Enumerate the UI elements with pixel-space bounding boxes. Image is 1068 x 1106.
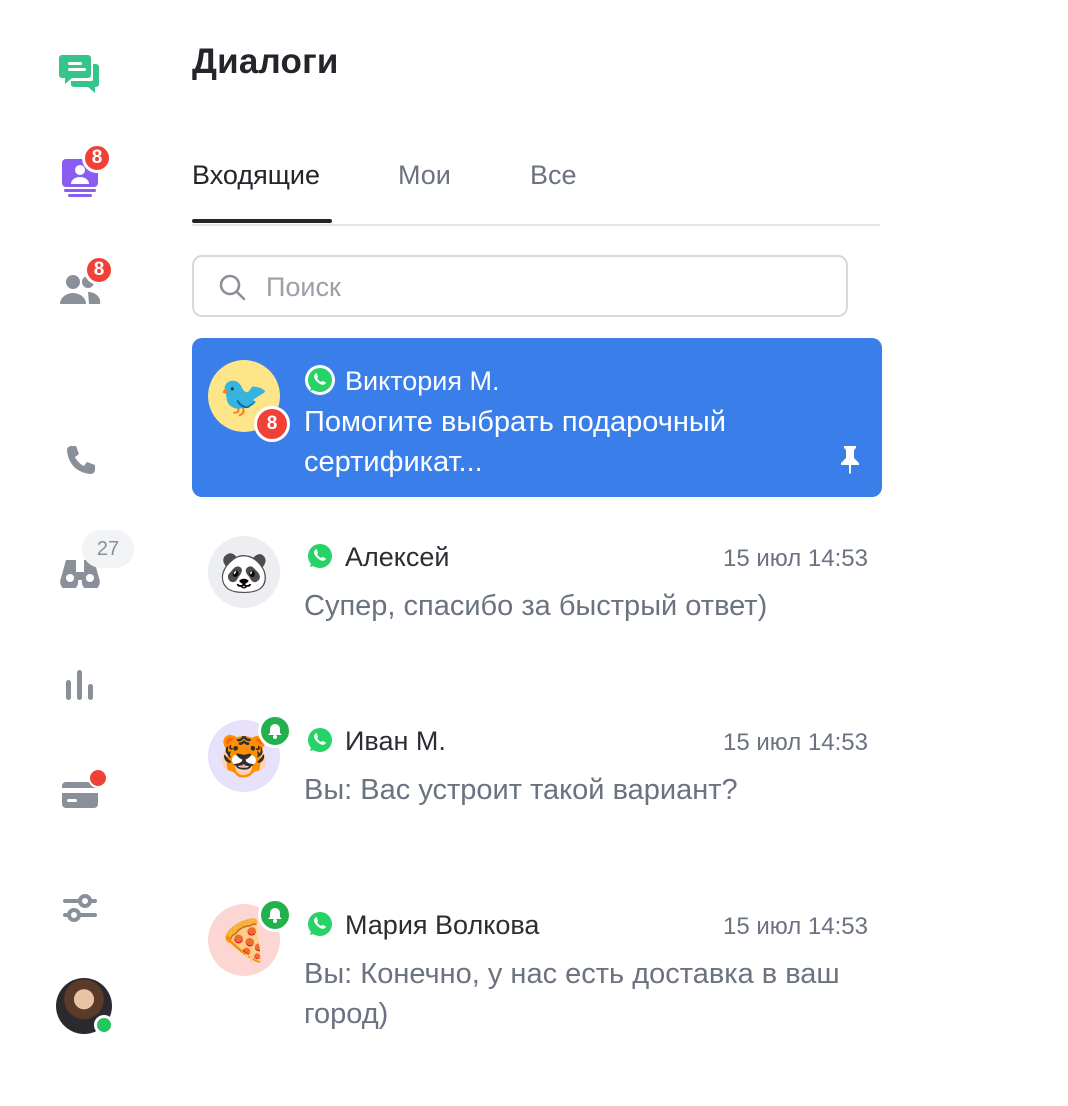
message-preview: Вы: Вас устроит такой вариант? bbox=[304, 774, 738, 806]
contact-avatar: 🐼 bbox=[208, 536, 280, 608]
chat-bubbles-icon bbox=[59, 55, 99, 93]
billing-alert-dot bbox=[88, 768, 108, 788]
contacts-badge: 8 bbox=[84, 255, 114, 285]
tabs-bar: Входящие Мои Все bbox=[192, 150, 880, 226]
message-time: 15 июл 14:53 bbox=[723, 729, 868, 756]
message-time: 15 июл 14:53 bbox=[723, 545, 868, 572]
active-tab-indicator bbox=[192, 219, 332, 223]
whatsapp-icon bbox=[308, 728, 332, 752]
bar-chart-icon bbox=[66, 670, 93, 700]
tab-mine[interactable]: Мои bbox=[398, 160, 451, 191]
phone-icon bbox=[67, 446, 95, 474]
bell-icon bbox=[268, 908, 282, 923]
dialog-item[interactable]: 🐼 Алексей 15 июл 14:53 Супер, спасибо за… bbox=[192, 520, 882, 680]
watching-count: 27 bbox=[82, 530, 134, 568]
dialog-item[interactable]: 🐦 8 Виктория М. Помогите выбрать подароч… bbox=[192, 338, 882, 497]
user-online-status bbox=[94, 1015, 114, 1035]
nav-dialogs[interactable] bbox=[58, 50, 102, 94]
contact-name: Виктория М. bbox=[345, 366, 500, 396]
tab-incoming[interactable]: Входящие bbox=[192, 160, 320, 191]
nav-settings[interactable] bbox=[58, 886, 102, 930]
unread-badge: 8 bbox=[254, 406, 290, 442]
dialog-item[interactable]: 🍕 Мария Волкова 15 июл 14:53 Вы: Конечно… bbox=[192, 888, 882, 1048]
search-icon bbox=[219, 274, 246, 301]
reminder-badge bbox=[258, 714, 292, 748]
bell-icon bbox=[268, 724, 282, 739]
tab-all[interactable]: Все bbox=[530, 160, 577, 191]
pin-icon[interactable] bbox=[838, 444, 862, 474]
whatsapp-icon bbox=[308, 912, 332, 936]
contact-name: Алексей bbox=[345, 542, 450, 572]
message-preview: Помогите выбрать подарочный сертификат..… bbox=[304, 406, 726, 478]
message-preview: Вы: Конечно, у нас есть доставка в ваш г… bbox=[304, 958, 840, 1030]
requests-badge: 8 bbox=[82, 143, 112, 173]
contact-name: Иван М. bbox=[345, 726, 446, 756]
nav-analytics[interactable] bbox=[58, 662, 102, 706]
search-box[interactable] bbox=[192, 255, 848, 317]
message-preview: Супер, спасибо за быстрый ответ) bbox=[304, 590, 768, 622]
reminder-badge bbox=[258, 898, 292, 932]
whatsapp-icon bbox=[305, 365, 335, 395]
contact-name: Мария Волкова bbox=[345, 910, 540, 940]
message-time: 15 июл 14:53 bbox=[723, 913, 868, 940]
nav-calls[interactable] bbox=[58, 438, 102, 482]
search-input[interactable] bbox=[264, 257, 828, 317]
page-title: Диалоги bbox=[192, 42, 339, 81]
sliders-icon bbox=[63, 894, 97, 922]
dialog-item[interactable]: 🐯 Иван М. 15 июл 14:53 Вы: Вас устроит т… bbox=[192, 704, 882, 864]
whatsapp-icon bbox=[308, 544, 332, 568]
